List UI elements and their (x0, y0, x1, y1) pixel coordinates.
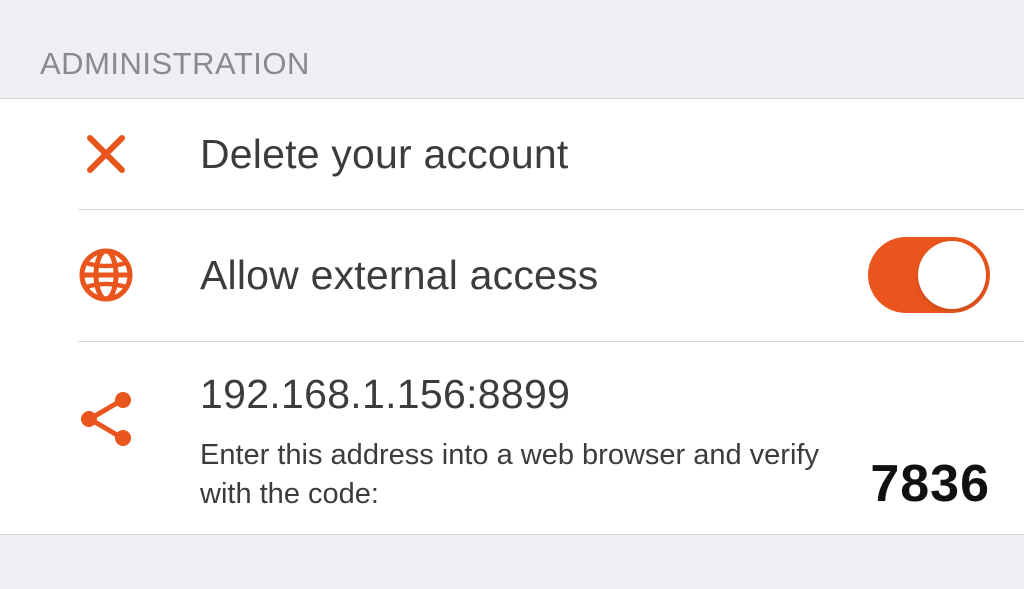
toggle-knob (918, 241, 986, 309)
share-icon (78, 391, 134, 447)
row-delete-account[interactable]: Delete your account (0, 99, 1024, 209)
row-allow-external: Allow external access (0, 209, 1024, 341)
share-address-value: 192.168.1.156:8899 (200, 371, 850, 418)
globe-icon (78, 247, 134, 303)
row-share-address[interactable]: 192.168.1.156:8899 Enter this address in… (0, 341, 1024, 534)
close-icon (78, 126, 134, 182)
row-delete-label: Delete your account (200, 131, 568, 178)
settings-list: Delete your account Allow external acces… (0, 98, 1024, 535)
section-header-administration: ADMINISTRATION (0, 0, 1024, 98)
external-access-toggle[interactable] (868, 237, 990, 313)
verify-code: 7836 (870, 454, 990, 514)
share-hint-text: Enter this address into a web browser an… (200, 436, 840, 514)
row-external-label: Allow external access (200, 252, 598, 299)
